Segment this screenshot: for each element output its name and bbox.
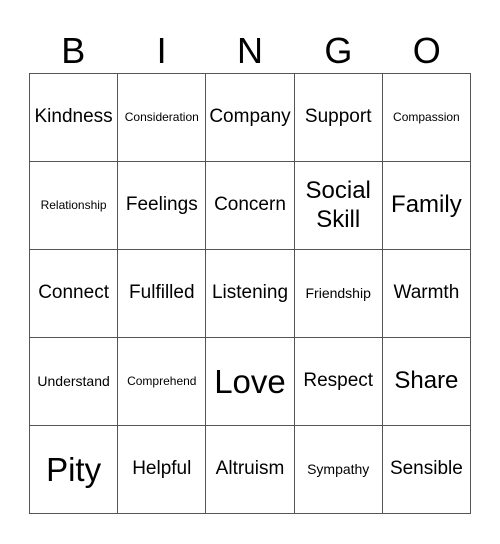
bingo-cell[interactable]: Connect	[30, 250, 119, 338]
bingo-header: B I N G O	[29, 30, 471, 72]
bingo-cell[interactable]: Share	[382, 338, 471, 426]
bingo-cell[interactable]: Compassion	[382, 74, 471, 162]
bingo-cell[interactable]: Relationship	[30, 162, 119, 250]
bingo-cell[interactable]: Listening	[206, 250, 295, 338]
header-letter-o: O	[412, 30, 441, 71]
bingo-cell[interactable]: Love	[206, 338, 295, 426]
bingo-cell[interactable]: Concern	[206, 162, 295, 250]
header-letter-b: B	[61, 30, 86, 71]
bingo-cell[interactable]: Social Skill	[294, 162, 383, 250]
bingo-cell[interactable]: Sympathy	[294, 426, 383, 514]
bingo-cell[interactable]: Warmth	[382, 250, 471, 338]
bingo-cell[interactable]: Company	[206, 74, 295, 162]
bingo-cell[interactable]: Sensible	[382, 426, 471, 514]
bingo-cell[interactable]: Helpful	[118, 426, 207, 514]
bingo-cell[interactable]: Pity	[30, 426, 119, 514]
header-letter-g: G	[324, 30, 353, 71]
bingo-cell[interactable]: Altruism	[206, 426, 295, 514]
bingo-cell[interactable]: Fulfilled	[118, 250, 207, 338]
bingo-cell[interactable]: Understand	[30, 338, 119, 426]
bingo-cell[interactable]: Respect	[294, 338, 383, 426]
bingo-cell[interactable]: Consideration	[118, 74, 207, 162]
header-letter-i: I	[156, 30, 167, 71]
bingo-cell[interactable]: Feelings	[118, 162, 207, 250]
bingo-cell[interactable]: Kindness	[30, 74, 119, 162]
bingo-cell[interactable]: Comprehend	[118, 338, 207, 426]
header-letter-n: N	[236, 30, 263, 71]
bingo-card-grid: Kindness Consideration Company Support Compa…	[29, 73, 471, 514]
bingo-cell[interactable]: Support	[294, 74, 383, 162]
bingo-cell[interactable]: Friendship	[294, 250, 383, 338]
bingo-cell[interactable]: Family	[382, 162, 471, 250]
